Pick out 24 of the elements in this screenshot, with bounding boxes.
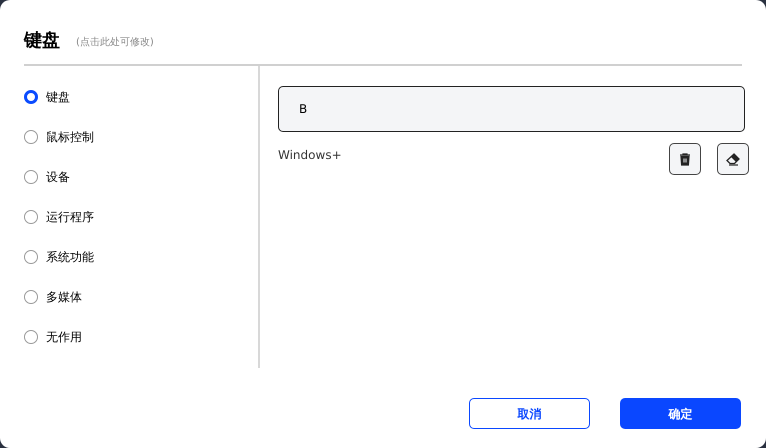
option-label[interactable]: 运行程序 bbox=[46, 208, 94, 226]
modifier-label: Windows+ bbox=[278, 147, 342, 164]
option-label[interactable]: 多媒体 bbox=[46, 288, 82, 306]
radio-button[interactable] bbox=[24, 130, 38, 144]
option-label[interactable]: 键盘 bbox=[46, 88, 70, 106]
option-label[interactable]: 无作用 bbox=[46, 328, 82, 346]
radio-button[interactable] bbox=[24, 330, 38, 344]
cancel-button[interactable]: 取消 bbox=[469, 398, 590, 429]
clear-button[interactable] bbox=[717, 143, 749, 175]
dialog-title[interactable]: 键盘 bbox=[24, 32, 60, 50]
option-label[interactable]: 鼠标控制 bbox=[46, 128, 94, 146]
radio-button[interactable] bbox=[24, 290, 38, 304]
title-hint[interactable]: (点击此处可修改) bbox=[76, 38, 154, 48]
delete-button[interactable] bbox=[669, 143, 701, 175]
option-label[interactable]: 设备 bbox=[46, 168, 70, 186]
radio-button[interactable] bbox=[24, 250, 38, 264]
confirm-button[interactable]: 确定 bbox=[620, 398, 741, 429]
radio-button[interactable] bbox=[24, 210, 38, 224]
radio-button[interactable] bbox=[24, 170, 38, 184]
eraser-icon bbox=[726, 152, 740, 166]
option-label[interactable]: 系统功能 bbox=[46, 248, 94, 266]
key-input-field[interactable]: B bbox=[278, 86, 745, 132]
trash-icon bbox=[679, 152, 691, 166]
radio-button[interactable] bbox=[24, 90, 38, 104]
